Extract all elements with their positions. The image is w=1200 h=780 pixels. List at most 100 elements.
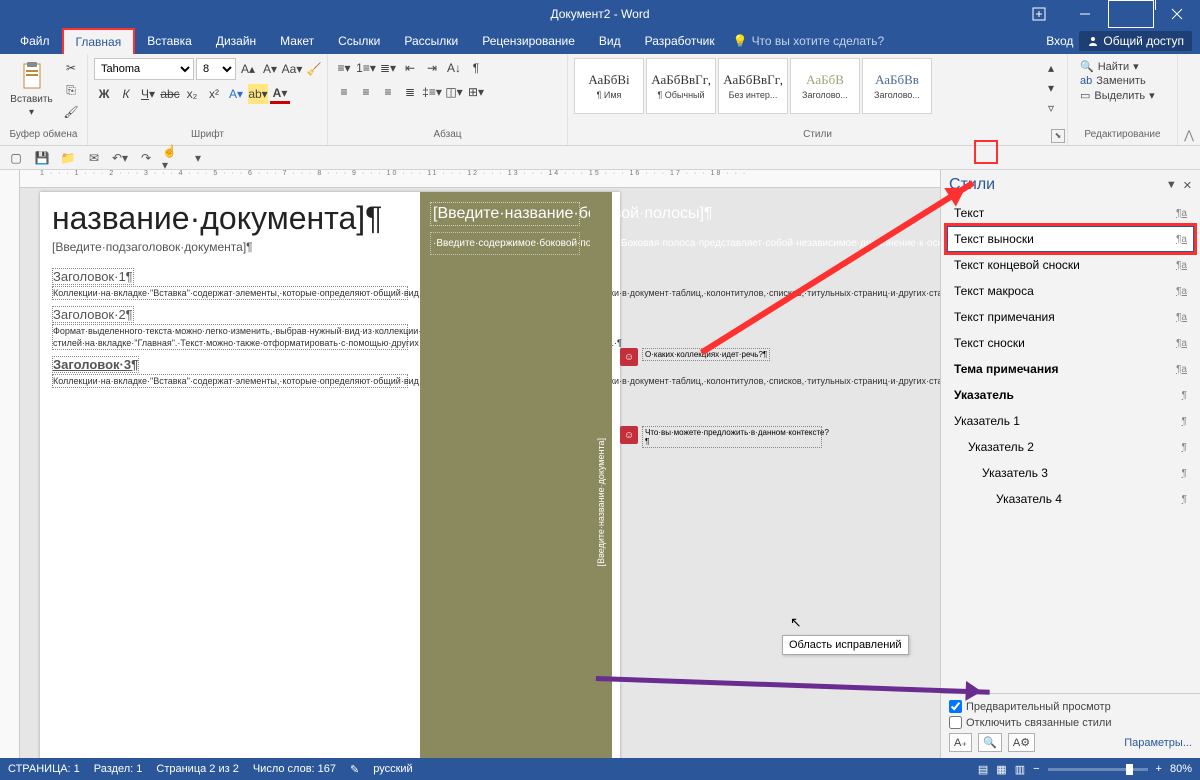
- qat-new[interactable]: ▢: [6, 148, 26, 168]
- zoom-value[interactable]: 80%: [1170, 763, 1192, 775]
- paste-button[interactable]: Вставить▾: [6, 58, 57, 120]
- comment-2[interactable]: ☺Что·вы·можете·предложить·в·данном·конте…: [620, 426, 840, 448]
- strike-button[interactable]: abc: [160, 84, 180, 104]
- font-name-select[interactable]: Tahoma: [94, 58, 194, 80]
- tab-references[interactable]: Ссылки: [326, 29, 392, 53]
- qat-touch[interactable]: ☝▾: [162, 148, 182, 168]
- replace-button[interactable]: ab Заменить: [1080, 75, 1155, 87]
- style-list-item[interactable]: Указатель 3¶: [947, 460, 1194, 486]
- increase-indent-button[interactable]: ⇥: [422, 58, 442, 78]
- restore-button[interactable]: [1108, 0, 1154, 28]
- status-pageof[interactable]: Страница 2 из 2: [156, 763, 238, 775]
- paragraph-3[interactable]: Коллекции·на·вкладке·"Вставка"·содержат·…: [52, 374, 408, 388]
- styles-launcher[interactable]: ⬊: [1051, 129, 1065, 143]
- zoom-in[interactable]: +: [1156, 763, 1162, 775]
- share-button[interactable]: Общий доступ: [1079, 31, 1192, 51]
- style-list-item[interactable]: Указатель 1¶: [947, 408, 1194, 434]
- align-right-button[interactable]: ≡: [378, 82, 398, 102]
- document-page[interactable]: название·документа]¶ [Введите·подзаголов…: [40, 192, 620, 758]
- italic-button[interactable]: К: [116, 84, 136, 104]
- style-gallery-item[interactable]: АаБбВвГг,¶ Обычный: [646, 58, 716, 114]
- sidebar-title[interactable]: [Введите·название·боковой·полосы]¶: [430, 202, 580, 226]
- show-marks-button[interactable]: ¶: [466, 58, 486, 78]
- style-list-item[interactable]: Тема примечания¶a: [947, 356, 1194, 382]
- style-inspector-button[interactable]: 🔍: [978, 733, 1002, 752]
- sidebar-textbox[interactable]: [Введите·название·боковой·полосы]¶ ·Введ…: [420, 192, 590, 758]
- shading-button[interactable]: ◫▾: [444, 82, 464, 102]
- sort-button[interactable]: A↓: [444, 58, 464, 78]
- sidebar-body[interactable]: ·Введите·содержимое·боковой·полосы.·Боко…: [430, 232, 580, 255]
- tab-design[interactable]: Дизайн: [204, 29, 268, 53]
- styles-scroll-down[interactable]: ▾: [1041, 78, 1061, 98]
- status-proof-icon[interactable]: ✎: [350, 763, 359, 776]
- style-gallery-item[interactable]: АаБбВЗаголово...: [790, 58, 860, 114]
- close-button[interactable]: [1154, 0, 1200, 28]
- heading-1[interactable]: Заголовок·1¶: [52, 268, 134, 285]
- zoom-slider[interactable]: [1048, 768, 1148, 771]
- view-web-icon[interactable]: ▥: [1015, 763, 1025, 776]
- tab-insert[interactable]: Вставка: [135, 29, 204, 53]
- highlight-button[interactable]: ab▾: [248, 84, 268, 104]
- new-style-button[interactable]: A₊: [949, 733, 972, 752]
- view-print-icon[interactable]: ▦: [996, 763, 1006, 776]
- status-lang[interactable]: русский: [373, 763, 412, 775]
- vertical-tag[interactable]: [Введите·название·документа]: [590, 192, 612, 758]
- style-list-item[interactable]: Текст макроса¶a: [947, 278, 1194, 304]
- style-gallery-item[interactable]: АаБбВвГг,Без интер...: [718, 58, 788, 114]
- subscript-button[interactable]: x₂: [182, 84, 202, 104]
- paragraph-1[interactable]: Коллекции·на·вкладке·"Вставка"·содержат·…: [52, 286, 408, 300]
- heading-2[interactable]: Заголовок·2¶: [52, 306, 134, 323]
- qat-undo[interactable]: ↶▾: [110, 148, 130, 168]
- style-gallery-item[interactable]: АаБбВі¶ Имя: [574, 58, 644, 114]
- status-page[interactable]: СТРАНИЦА: 1: [8, 763, 80, 775]
- style-list-item[interactable]: Указатель 2¶: [947, 434, 1194, 460]
- styles-list[interactable]: Текст¶aТекст выноски¶aТекст концевой сно…: [941, 200, 1200, 693]
- align-left-button[interactable]: ≡: [334, 82, 354, 102]
- borders-button[interactable]: ⊞▾: [466, 82, 486, 102]
- clear-formatting-button[interactable]: 🧹: [304, 59, 324, 79]
- font-size-select[interactable]: 8: [196, 58, 236, 80]
- qat-redo[interactable]: ↷: [136, 148, 156, 168]
- numbering-button[interactable]: 1≡▾: [356, 58, 376, 78]
- styles-gallery[interactable]: АаБбВі¶ ИмяАаБбВвГг,¶ ОбычныйАаБбВвГг,Бе…: [574, 58, 1037, 114]
- grow-font-button[interactable]: A▴: [238, 59, 258, 79]
- align-center-button[interactable]: ≡: [356, 82, 376, 102]
- style-list-item[interactable]: Указатель 4¶: [947, 486, 1194, 512]
- text-effects-button[interactable]: A▾: [226, 84, 246, 104]
- ribbon-options-icon[interactable]: [1016, 0, 1062, 28]
- select-button[interactable]: ▭ Выделить ▾: [1080, 89, 1155, 102]
- styles-more[interactable]: ▿: [1041, 98, 1061, 118]
- find-button[interactable]: 🔍 Найти ▾: [1080, 60, 1155, 73]
- tab-home[interactable]: Главная: [62, 28, 136, 54]
- font-color-button[interactable]: A▾: [270, 84, 290, 104]
- login-link[interactable]: Вход: [1046, 34, 1073, 48]
- change-case-button[interactable]: Aa▾: [282, 59, 302, 79]
- style-list-item[interactable]: Текст выноски¶a: [947, 226, 1194, 252]
- options-link[interactable]: Параметры...: [1124, 737, 1192, 749]
- tab-file[interactable]: Файл: [8, 29, 62, 53]
- horizontal-ruler[interactable]: 1 · · · 1 · · · 2 · · · 3 · · · 4 · · · …: [20, 170, 940, 188]
- paragraph-2[interactable]: Формат·выделенного·текста·можно·легко·из…: [52, 324, 408, 350]
- style-list-item[interactable]: Текст¶a: [947, 200, 1194, 226]
- multilevel-button[interactable]: ≣▾: [378, 58, 398, 78]
- zoom-out[interactable]: −: [1033, 763, 1039, 775]
- tab-mailings[interactable]: Рассылки: [392, 29, 470, 53]
- style-gallery-item[interactable]: АаБбВвЗаголово...: [862, 58, 932, 114]
- tab-review[interactable]: Рецензирование: [470, 29, 587, 53]
- style-list-item[interactable]: Текст сноски¶a: [947, 330, 1194, 356]
- bullets-button[interactable]: ≡▾: [334, 58, 354, 78]
- pane-dropdown-icon[interactable]: ▼: [1166, 179, 1177, 192]
- qat-save[interactable]: 💾: [32, 148, 52, 168]
- qat-mail[interactable]: ✉: [84, 148, 104, 168]
- style-list-item[interactable]: Текст примечания¶a: [947, 304, 1194, 330]
- vertical-ruler[interactable]: [0, 170, 20, 758]
- bold-button[interactable]: Ж: [94, 84, 114, 104]
- copy-button[interactable]: ⎘: [61, 80, 81, 100]
- shrink-font-button[interactable]: A▾: [260, 59, 280, 79]
- minimize-button[interactable]: [1062, 0, 1108, 28]
- decrease-indent-button[interactable]: ⇤: [400, 58, 420, 78]
- status-words[interactable]: Число слов: 167: [253, 763, 336, 775]
- comment-1[interactable]: ☺О·каких·коллекциях·идет·речь?¶: [620, 348, 840, 366]
- disable-linked-checkbox[interactable]: Отключить связанные стили: [949, 716, 1192, 729]
- status-section[interactable]: Раздел: 1: [94, 763, 143, 775]
